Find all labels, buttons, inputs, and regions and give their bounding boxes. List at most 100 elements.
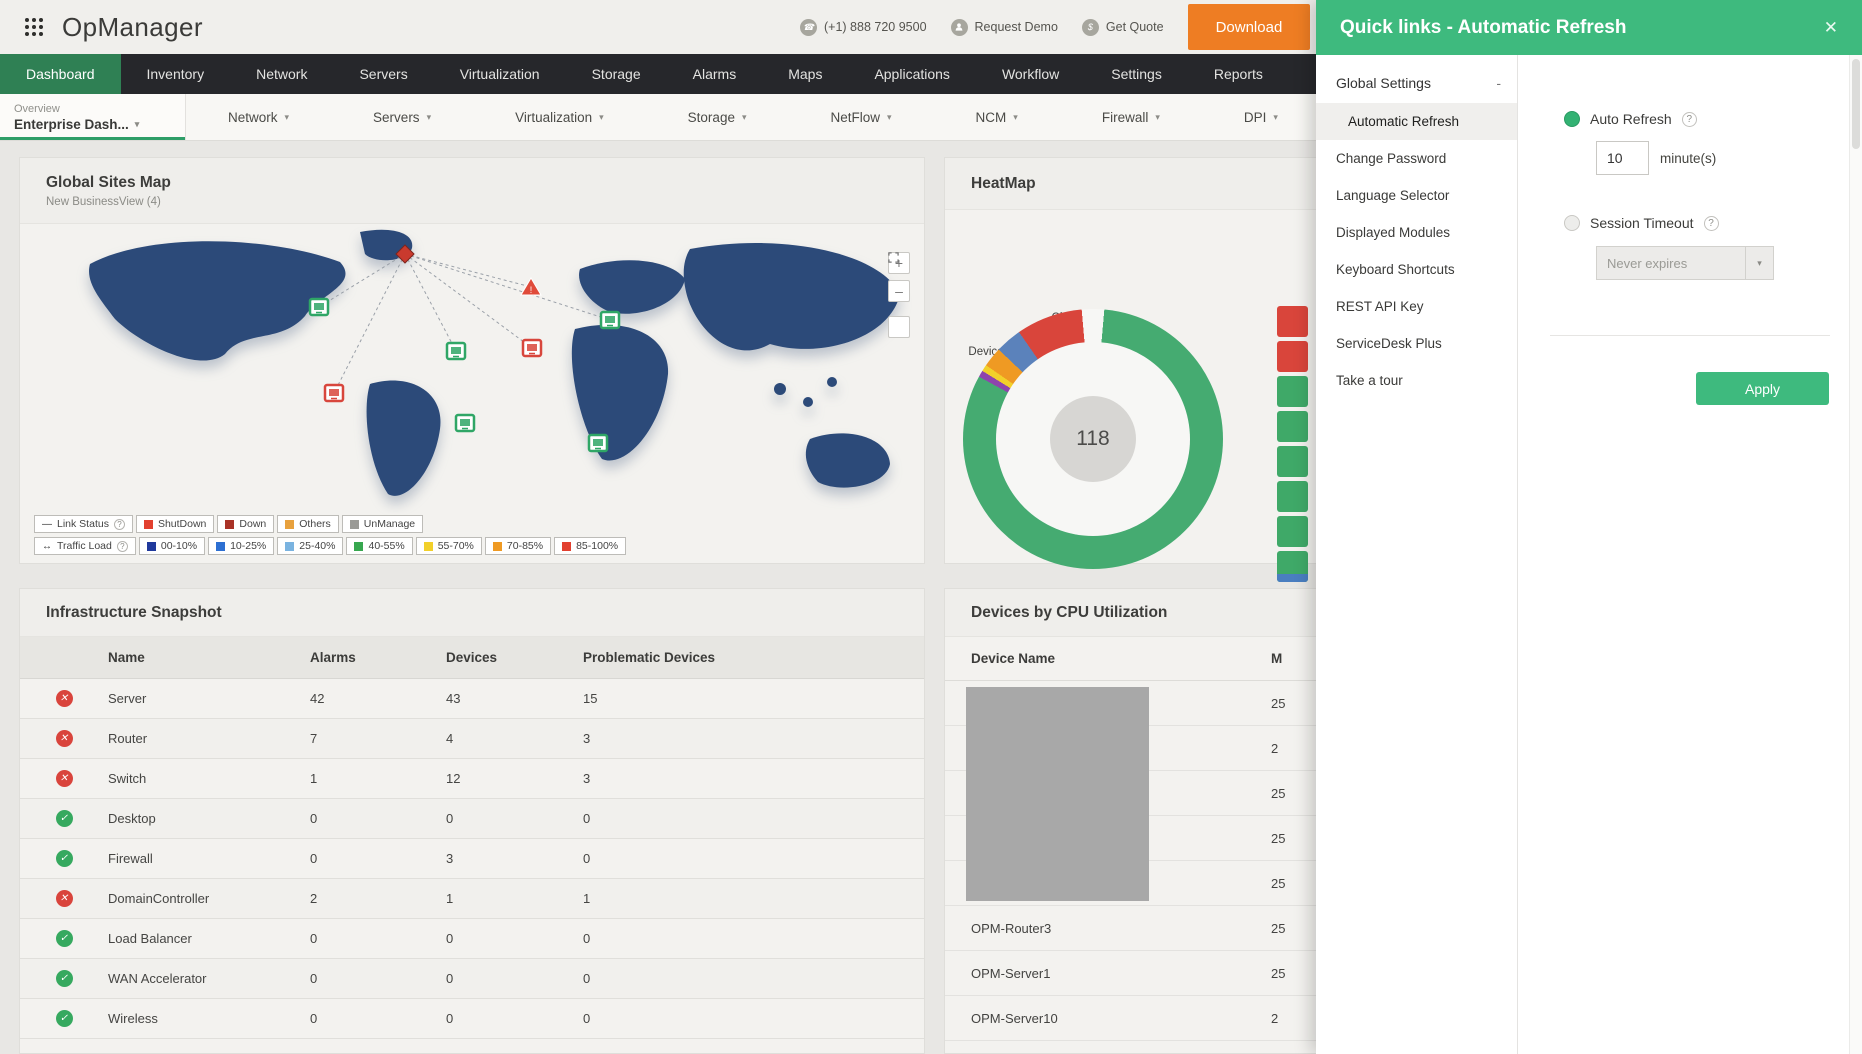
legend-color-swatch — [492, 541, 502, 551]
nav-item[interactable]: Alarms — [667, 54, 763, 94]
world-map[interactable]: ! — [20, 224, 924, 563]
nav-item[interactable]: Workflow — [976, 54, 1085, 94]
table-row[interactable]: Wireless 0 0 0 — [20, 999, 924, 1039]
tile-strip — [1277, 469, 1308, 477]
tab-overview-enterprise[interactable]: Overview Enterprise Dash... ▾ — [0, 94, 186, 140]
nav-item[interactable]: Virtualization — [434, 54, 566, 94]
table-row[interactable]: Server 42 43 15 — [20, 679, 924, 719]
chevron-down-icon: ▾ — [284, 111, 290, 122]
subnav-tab[interactable]: NetFlow ▾ — [789, 94, 934, 140]
panel-menu-item[interactable]: ServiceDesk Plus — [1316, 325, 1517, 362]
zoom-out-button[interactable]: – — [888, 280, 910, 302]
panel-menu-item[interactable]: Automatic Refresh — [1316, 103, 1517, 140]
panel-content: Auto Refresh ? minute(s) Session Timeout… — [1518, 55, 1862, 1054]
heat-tile[interactable] — [1277, 446, 1308, 477]
chevron-down-icon: ▾ — [741, 111, 747, 122]
legend-chip: UnManage — [341, 515, 424, 533]
nav-item[interactable]: Inventory — [121, 54, 231, 94]
alarms-count: 0 — [310, 811, 318, 826]
subnav-tab[interactable]: Servers ▾ — [331, 94, 473, 140]
nav-item[interactable]: Storage — [566, 54, 667, 94]
chevron-down-icon: ▾ — [1013, 111, 1018, 122]
table-row[interactable]: Firewall 0 3 0 — [20, 839, 924, 879]
fullscreen-button[interactable] — [888, 252, 910, 338]
request-demo-link[interactable]: Request Demo — [950, 18, 1058, 36]
heat-tile[interactable] — [1277, 516, 1308, 547]
subnav-tab-label: Servers — [373, 109, 420, 125]
panel-menu-item[interactable]: Displayed Modules — [1316, 214, 1517, 251]
heat-tile[interactable] — [1277, 481, 1308, 512]
session-timeout-radio[interactable] — [1564, 215, 1580, 231]
session-timeout-label: Session Timeout — [1590, 215, 1694, 231]
download-button[interactable]: Download — [1187, 4, 1311, 50]
tile-strip — [1277, 504, 1308, 512]
menu-section-global-settings[interactable]: Global Settings - — [1316, 69, 1517, 103]
nav-item[interactable]: Network — [230, 54, 333, 94]
devices-count: 43 — [446, 691, 461, 706]
legend-chip: 10-25% — [208, 537, 275, 555]
device-category: Load Balancer — [108, 931, 192, 946]
apps-grid-icon[interactable] — [24, 17, 44, 37]
chevron-down-icon: ▾ — [134, 118, 140, 129]
nav-item[interactable]: Applications — [848, 54, 976, 94]
subnav-tab[interactable]: Virtualization ▾ — [473, 94, 646, 140]
panel-menu-item[interactable]: Language Selector — [1316, 177, 1517, 214]
subnav-tab[interactable]: DPI ▾ — [1202, 94, 1320, 140]
nav-item[interactable]: Settings — [1085, 54, 1188, 94]
collapse-icon[interactable]: - — [1496, 75, 1501, 91]
apply-button[interactable]: Apply — [1696, 372, 1829, 405]
map-body: ! + – — Link Status ? ShutDown Down Othe… — [20, 224, 924, 563]
panel-menu-item[interactable]: Change Password — [1316, 140, 1517, 177]
subnav-tab-label: DPI — [1243, 109, 1267, 125]
auto-refresh-radio[interactable] — [1564, 111, 1580, 127]
legend-color-swatch — [285, 541, 295, 551]
table-row[interactable]: WAN Accelerator 0 0 0 — [20, 959, 924, 999]
app-title: OpManager — [62, 11, 203, 42]
get-quote-link[interactable]: $ Get Quote — [1081, 18, 1164, 36]
severity-donut-chart: 118 — [963, 309, 1223, 569]
legend-chip: Others — [277, 515, 339, 533]
panel-menu-item[interactable]: REST API Key — [1316, 288, 1517, 325]
help-icon[interactable]: ? — [113, 518, 125, 530]
nav-item[interactable]: Maps — [762, 54, 848, 94]
subnav-tab[interactable]: Storage ▾ — [646, 94, 789, 140]
chevron-down-icon: ▾ — [1745, 247, 1773, 279]
devices-count: 0 — [446, 1011, 454, 1026]
help-icon[interactable]: ? — [1703, 215, 1719, 231]
heat-tile[interactable] — [1277, 551, 1308, 582]
subnav-tab[interactable]: Network ▾ — [186, 94, 331, 140]
subnav-tabs: Network ▾ Servers ▾ Virtualization ▾ Sto… — [186, 94, 1425, 140]
table-row[interactable]: Load Balancer 0 0 0 — [20, 919, 924, 959]
chevron-down-icon: ▾ — [1273, 111, 1278, 122]
heat-tile[interactable] — [1277, 306, 1308, 337]
device-value: 25 — [1271, 830, 1286, 846]
devices-count: 4 — [446, 731, 454, 746]
scrollbar[interactable] — [1849, 55, 1862, 1054]
devices-count: 12 — [446, 771, 461, 786]
help-icon[interactable]: ? — [116, 540, 128, 552]
problematic-count: 0 — [583, 1011, 591, 1026]
panel-menu-item[interactable]: Take a tour — [1316, 362, 1517, 399]
nav-item[interactable]: Dashboard — [0, 54, 121, 94]
subnav-tab[interactable]: Firewall ▾ — [1060, 94, 1202, 140]
help-icon[interactable]: ? — [1681, 111, 1697, 127]
nav-item[interactable]: Reports — [1188, 54, 1289, 94]
heat-tile[interactable] — [1277, 376, 1308, 407]
auto-refresh-label: Auto Refresh — [1590, 111, 1672, 127]
nav-item[interactable]: Servers — [333, 54, 433, 94]
table-row[interactable]: DomainController 2 1 1 — [20, 879, 924, 919]
scrollbar-thumb[interactable] — [1852, 59, 1860, 149]
table-row[interactable]: Switch 1 12 3 — [20, 759, 924, 799]
refresh-interval-input[interactable] — [1596, 141, 1649, 175]
col-devices: Devices — [446, 650, 498, 665]
close-icon[interactable]: ✕ — [1824, 18, 1838, 38]
panel-menu-item[interactable]: Keyboard Shortcuts — [1316, 251, 1517, 288]
legend-chip: 40-55% — [346, 537, 413, 555]
table-row[interactable]: Router 7 4 3 — [20, 719, 924, 759]
table-row[interactable]: Desktop 0 0 0 — [20, 799, 924, 839]
session-timeout-select[interactable]: Never expires ▾ — [1596, 246, 1774, 280]
subnav-tab[interactable]: NCM ▾ — [934, 94, 1060, 140]
col-monitored: M — [1271, 651, 1283, 666]
heat-tile[interactable] — [1277, 411, 1308, 442]
heat-tile[interactable] — [1277, 341, 1308, 372]
